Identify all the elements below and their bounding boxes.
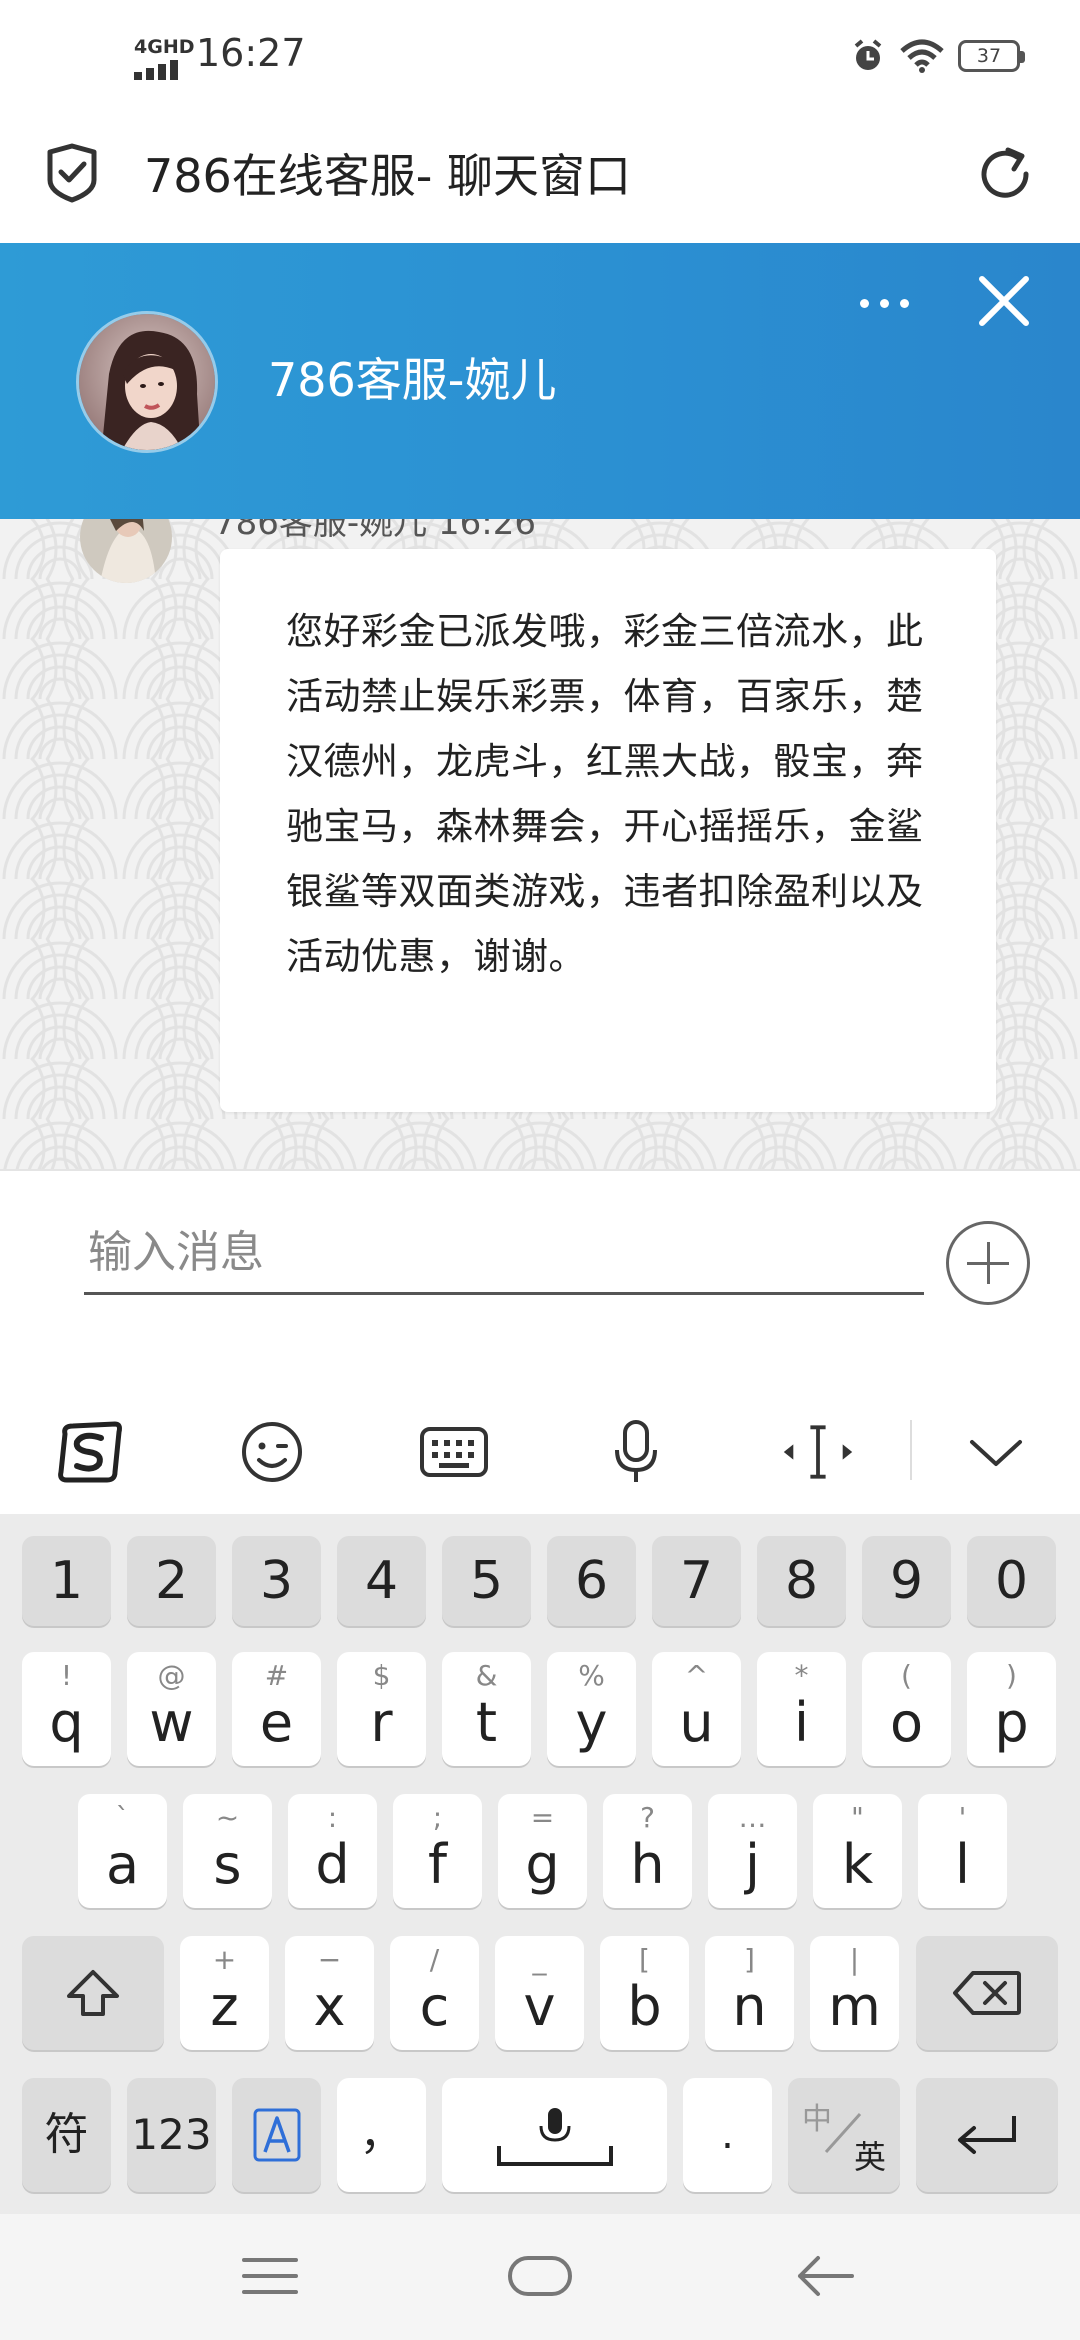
key-e[interactable]: # e [232, 1652, 321, 1766]
key-5[interactable]: 5 [442, 1536, 531, 1626]
battery-indicator: 37 [958, 40, 1025, 72]
key-a[interactable]: ` a [78, 1794, 167, 1908]
lang-english-label: 英 [853, 2138, 886, 2176]
key-f[interactable]: ; f [393, 1794, 482, 1908]
key-4[interactable]: 4 [337, 1536, 426, 1626]
message-sender-meta: 786客服-婉儿 16:26 [214, 519, 536, 543]
backspace-key[interactable] [916, 1936, 1058, 2050]
soft-keyboard: 1 2 3 4 5 6 7 8 9 0 ! q @ w # e $ r & t % y ^ u… [0, 1514, 1080, 2214]
agent-name: 786客服-婉儿 [268, 353, 557, 407]
language-switch-key[interactable]: 中 英 [788, 2078, 900, 2192]
menu-icon[interactable] [230, 2244, 310, 2308]
key-3[interactable]: 3 [232, 1536, 321, 1626]
chat-header: 786客服-婉儿 [0, 243, 1080, 519]
key-h[interactable]: ? h [603, 1794, 692, 1908]
sogou-icon[interactable] [52, 1414, 128, 1490]
add-attachment-button[interactable] [946, 1221, 1030, 1305]
key-j[interactable]: … j [708, 1794, 797, 1908]
keyboard-toolbar [0, 1384, 1080, 1514]
key-w[interactable]: @ w [127, 1652, 216, 1766]
key-t[interactable]: & t [442, 1652, 531, 1766]
key-m[interactable]: | m [810, 1936, 899, 2050]
key-1[interactable]: 1 [22, 1536, 111, 1626]
key-v[interactable]: _ v [495, 1936, 584, 2050]
enter-icon [958, 2116, 1016, 2154]
key-n[interactable]: ] n [705, 1936, 794, 2050]
message-bubble: 您好彩金已派发哦，彩金三倍流水，此活动禁止娱乐彩票，体育，百家乐，楚汉德州，龙虎… [220, 549, 996, 1112]
letter-a-icon [253, 2108, 300, 2162]
wifi-icon [900, 39, 944, 73]
key-d[interactable]: :d [288, 1794, 377, 1908]
key-y[interactable]: % y [547, 1652, 636, 1766]
key-x[interactable]: − x [285, 1936, 374, 2050]
collapse-keyboard-icon[interactable] [958, 1414, 1034, 1490]
more-options-button[interactable] [856, 283, 916, 323]
message-input[interactable] [84, 1221, 924, 1295]
chat-messages-area[interactable]: 786客服-婉儿 16:26 您好彩金已派发哦，彩金三倍流水，此活动禁止娱乐彩票… [0, 519, 1080, 1169]
key-i[interactable]: * i [757, 1652, 846, 1766]
key-k[interactable]: " k [813, 1794, 902, 1908]
key-r[interactable]: $ r [337, 1652, 426, 1766]
signal-icon [134, 60, 178, 80]
key-8[interactable]: 8 [757, 1536, 846, 1626]
message-text: 您好彩金已派发哦，彩金三倍流水，此活动禁止娱乐彩票，体育，百家乐，楚汉德州，龙虎… [286, 610, 924, 978]
alarm-icon [854, 39, 882, 70]
comma-key[interactable]: ， [337, 2078, 426, 2192]
system-navigation-bar [0, 2214, 1080, 2340]
clock: 16:27 [196, 31, 306, 75]
key-p[interactable]: ) p [967, 1652, 1056, 1766]
toolbar-divider [910, 1420, 912, 1480]
space-key[interactable] [442, 2078, 667, 2192]
cursor-move-icon[interactable] [780, 1414, 856, 1490]
numbers-key[interactable]: 123 [127, 2078, 216, 2192]
agent-avatar [76, 311, 218, 453]
key-2[interactable]: 2 [127, 1536, 216, 1626]
key-l[interactable]: ' l [918, 1794, 1007, 1908]
key-z[interactable]: + z [180, 1936, 269, 2050]
key-q[interactable]: ! q [22, 1652, 111, 1766]
key-0[interactable]: 0 [967, 1536, 1056, 1626]
input-mode-key[interactable] [232, 2078, 321, 2192]
status-icons: 37 [850, 38, 1025, 74]
key-s[interactable]: ~ s [183, 1794, 272, 1908]
key-c[interactable]: / c [390, 1936, 479, 2050]
microphone-icon[interactable] [598, 1414, 674, 1490]
status-bar: 4GHD 16:27 37 [0, 0, 1080, 120]
browser-bar: 786在线客服- 聊天窗口 [0, 120, 1080, 243]
keyboard-icon[interactable] [416, 1414, 492, 1490]
home-icon[interactable] [500, 2244, 580, 2308]
page-title: 786在线客服- 聊天窗口 [144, 149, 632, 203]
network-indicator: 4GHD [134, 36, 195, 58]
key-u[interactable]: ^ u [652, 1652, 741, 1766]
reload-icon[interactable] [976, 144, 1036, 206]
shield-check-icon[interactable] [44, 142, 100, 204]
backspace-icon [953, 1971, 1021, 2015]
space-mic-icon [496, 2108, 613, 2166]
composer [0, 1169, 1080, 1384]
key-o[interactable]: (o [862, 1652, 951, 1766]
key-g[interactable]: = g [498, 1794, 587, 1908]
emoji-icon[interactable] [234, 1414, 310, 1490]
back-icon[interactable] [784, 2244, 864, 2308]
shift-key[interactable] [22, 1936, 164, 2050]
key-9[interactable]: 9 [862, 1536, 951, 1626]
key-6[interactable]: 6 [547, 1536, 636, 1626]
period-key[interactable]: . [683, 2078, 772, 2192]
shift-icon [67, 1970, 119, 2016]
symbols-key[interactable]: 符 [22, 2078, 111, 2192]
enter-key[interactable] [916, 2078, 1058, 2192]
key-b[interactable]: [b [600, 1936, 689, 2050]
key-7[interactable]: 7 [652, 1536, 741, 1626]
close-icon[interactable] [974, 271, 1034, 331]
